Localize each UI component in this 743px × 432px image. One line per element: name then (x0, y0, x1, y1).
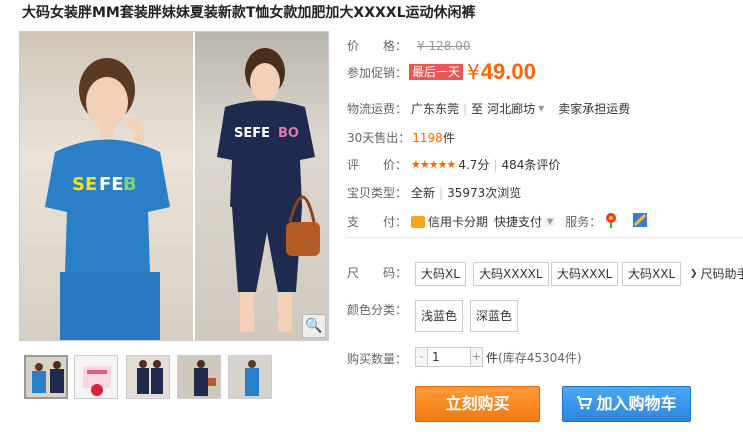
quantity-unit: 件 (486, 350, 499, 365)
size-label-row: 尺 码： (347, 264, 407, 281)
zoom-icon[interactable]: 🔍 (302, 314, 326, 338)
svg-text:FE: FE (99, 174, 124, 195)
size-option-xxxl[interactable]: 大码XXXL (551, 262, 619, 286)
type-separator: | (439, 185, 444, 200)
service-label: 服务： (565, 215, 602, 229)
promo-currency: ¥ (467, 60, 480, 84)
shipping-note: 卖家承担运费 (558, 102, 631, 116)
thumbnail-5[interactable] (228, 355, 272, 399)
price-label: 价 格： (347, 39, 408, 53)
promo-row: 参加促销： 最后一天 ¥ 49.00 (347, 59, 536, 85)
rating-row: 评 价： ★★★★★ 4.7分 | 484条评价 (347, 156, 560, 173)
svg-text:B: B (123, 174, 137, 195)
sold-row: 30天售出： 1198 件 (347, 129, 455, 146)
quantity-label: 购买数量： (347, 352, 408, 366)
payment-row: 支 付： 信用卡分期 快捷支付 ▼ 服务： (347, 212, 648, 231)
thumbnail-2[interactable] (74, 355, 118, 399)
add-to-cart-label: 加入购物车 (596, 394, 677, 413)
flower-service-icon[interactable] (603, 212, 619, 231)
promo-tag: 最后一天 (409, 64, 464, 80)
product-photo-illustration: SE FE B SEFE BO (45, 48, 320, 340)
guarantee-icon[interactable] (633, 213, 648, 230)
size-option-xxl[interactable]: 大码XXL (622, 262, 682, 286)
quantity-plus-button[interactable]: + (470, 347, 483, 367)
svg-text:SEFE: SEFE (234, 126, 270, 141)
shipping-destination[interactable]: 河北廊坊 (487, 100, 535, 117)
size-label: 尺 码： (347, 266, 408, 280)
promo-price: 49.00 (480, 59, 536, 84)
chevron-down-icon[interactable]: ▼ (545, 217, 556, 226)
shipping-row: 物流运费： 广东东莞 | 至 河北廊坊 ▼ 卖家承担运费 (347, 100, 630, 117)
stock-count: (库存45304件) (498, 350, 582, 365)
sold-count: 1198 (412, 130, 443, 145)
type-row: 宝贝类型： 全新 | 35973次浏览 (347, 184, 521, 201)
thumbnail-3[interactable] (126, 355, 170, 399)
color-option-light-blue[interactable]: 浅蓝色 (415, 300, 464, 332)
color-label-row: 颜色分类： (347, 301, 407, 318)
promo-label: 参加促销： (347, 65, 408, 80)
add-to-cart-button[interactable]: 加入购物车 (562, 386, 691, 422)
size-guide-link[interactable]: ❯ 尺码助手 (690, 265, 743, 282)
review-count-link[interactable]: 484条评价 (501, 156, 560, 173)
quantity-minus-button[interactable]: - (415, 347, 428, 367)
quantity-input[interactable]: 1 (428, 347, 470, 367)
rating-score: 4.7分 (458, 158, 490, 172)
type-label: 宝贝类型： (347, 186, 408, 200)
rating-stars-icon: ★★★★★ (411, 158, 456, 171)
sold-unit: 件 (442, 131, 455, 145)
color-option-dark-blue[interactable]: 深蓝色 (470, 300, 519, 332)
credit-installment[interactable]: 信用卡分期 (428, 213, 488, 230)
item-condition: 全新 (411, 186, 436, 200)
shipping-to-prefix: 至 (471, 102, 484, 116)
shipping-label: 物流运费： (347, 102, 408, 116)
divider (347, 237, 743, 238)
price-row: 价 格： ¥ 128.00 (347, 37, 470, 54)
buy-now-button[interactable]: 立刻购买 (415, 386, 540, 422)
svg-text:BO: BO (278, 126, 299, 141)
rating-label: 评 价： (347, 158, 408, 172)
chevron-right-icon: ❯ (690, 268, 698, 279)
shipping-from: 广东东莞 (411, 102, 460, 116)
quick-pay[interactable]: 快捷支付 (494, 213, 542, 230)
payment-label: 支 付： (347, 215, 408, 229)
svg-text:SE: SE (72, 174, 97, 195)
view-count: 35973次浏览 (447, 186, 522, 200)
main-product-image[interactable]: SE FE B SEFE BO 🔍 (19, 31, 329, 341)
chevron-down-icon[interactable]: ▼ (538, 104, 544, 113)
size-option-xxxxl[interactable]: 大码XXXXL (473, 262, 549, 286)
quantity-stepper: - 1 + 件 (库存45304件) (415, 347, 582, 367)
shipping-separator: | (463, 101, 468, 116)
credit-card-icon (411, 215, 426, 228)
thumbnail-4[interactable] (177, 355, 221, 399)
rating-separator: | (493, 157, 498, 172)
quantity-label-row: 购买数量： (347, 350, 407, 367)
cart-icon (576, 388, 593, 422)
original-price: ¥ 128.00 (417, 38, 471, 53)
thumbnail-1[interactable] (24, 355, 68, 399)
size-guide-label: 尺码助手 (700, 267, 743, 281)
sold-label: 30天售出： (347, 131, 411, 145)
size-option-xl[interactable]: 大码XL (415, 262, 466, 286)
color-label: 颜色分类： (347, 303, 408, 317)
product-title: 大码女装胖MM套装胖妹妹夏装新款T恤女款加肥加大XXXXL运动休闲裤 (22, 5, 476, 21)
